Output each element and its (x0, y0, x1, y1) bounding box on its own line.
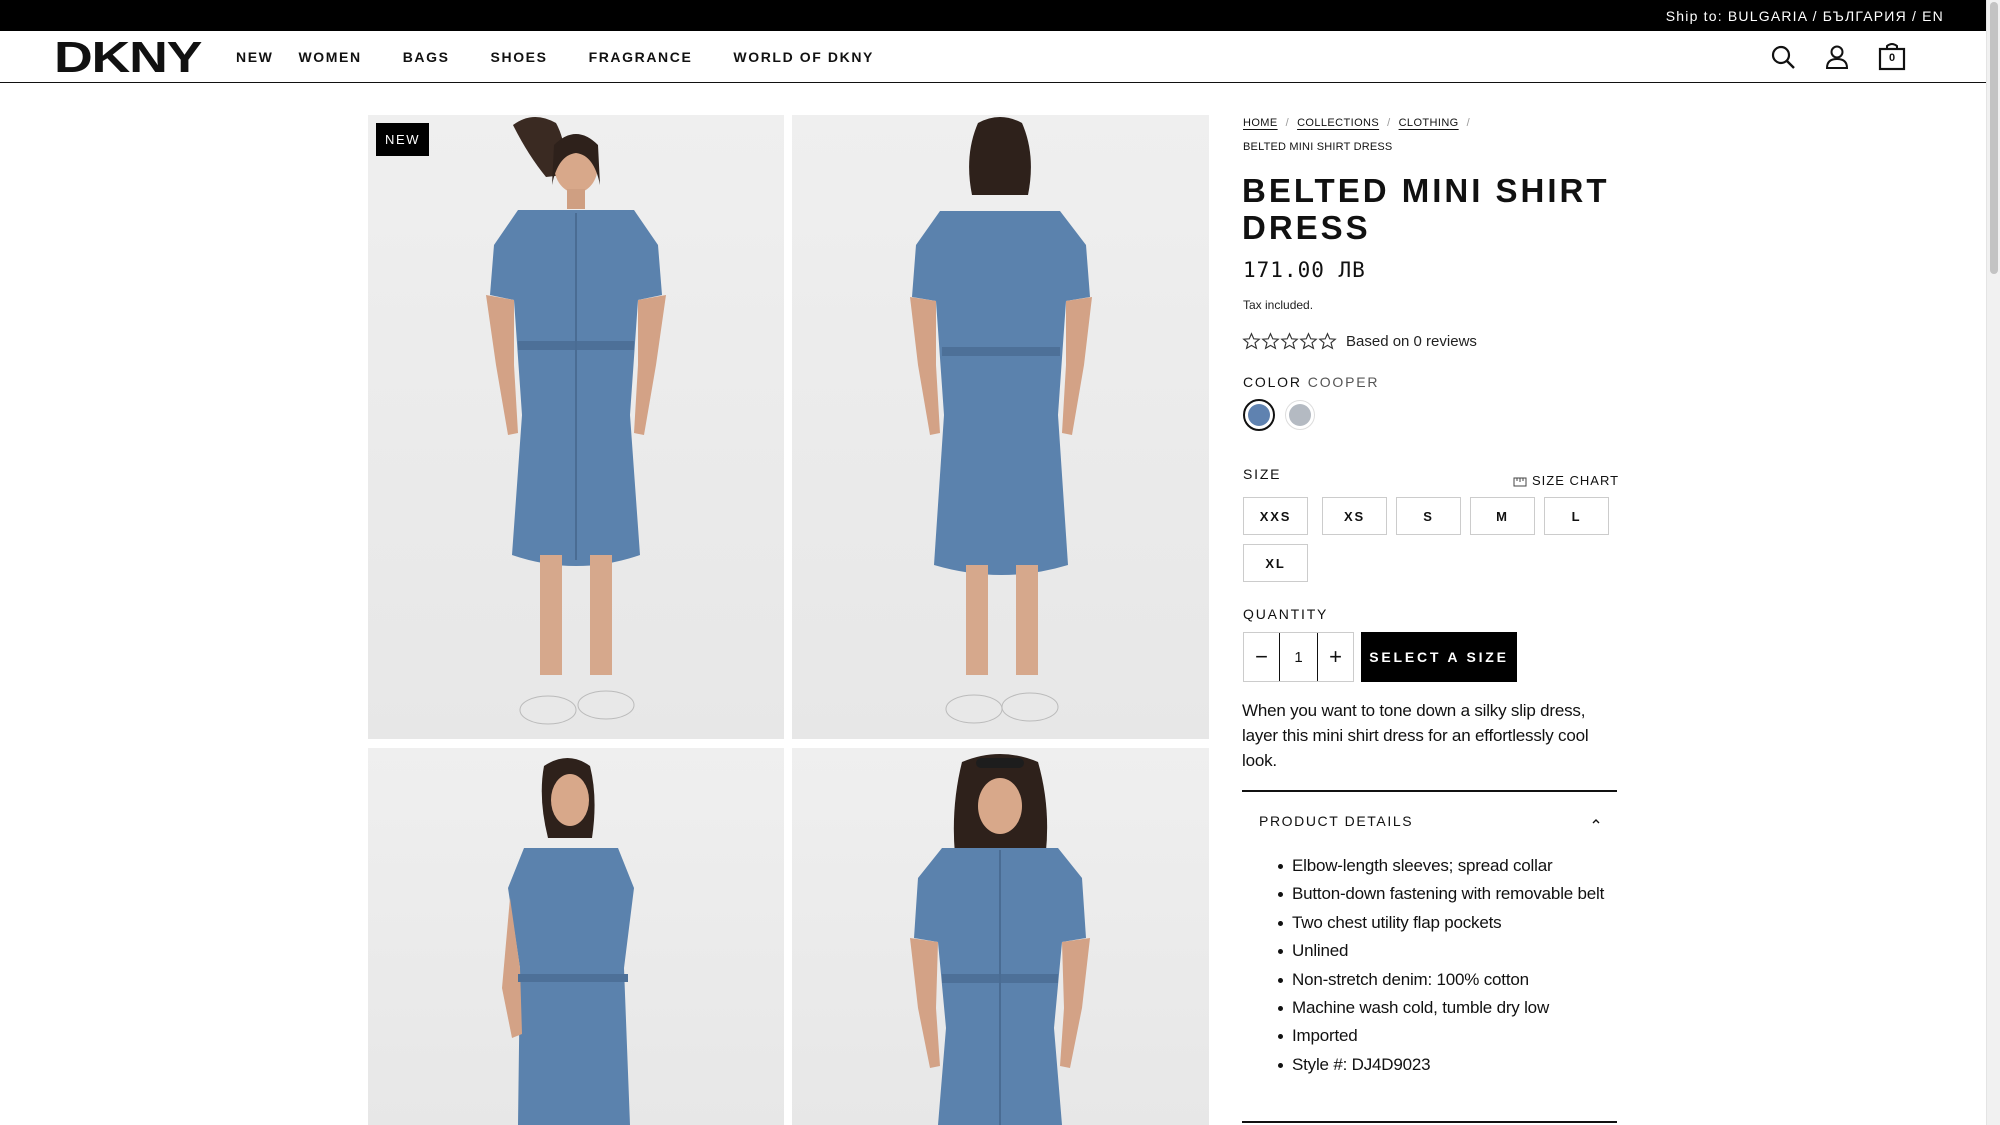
detail-item: Elbow-length sleeves; spread collar (1278, 852, 1612, 880)
size-chart-label: SIZE CHART (1532, 473, 1620, 488)
size-option-l[interactable]: L (1544, 497, 1609, 535)
color-value: COOPER (1307, 374, 1380, 390)
breadcrumb-separator: / (1387, 117, 1391, 129)
swatch-light-grey[interactable] (1285, 400, 1315, 430)
top-utility-bar: Ship to: BULGARIA / БЪЛГАРИЯ / EN (0, 0, 1986, 31)
detail-item: Imported (1278, 1022, 1612, 1050)
site-header: DKNY NEW WOMEN BAGS SHOES FRAGRANCE WORL… (0, 31, 1986, 83)
tax-note: Tax included. (1243, 298, 1314, 312)
select-a-size-button[interactable]: SELECT A SIZE (1361, 632, 1517, 682)
cart-button[interactable]: 0 (1876, 40, 1908, 72)
product-photo-front-sunglasses[interactable] (792, 748, 1209, 1125)
detail-item: Button-down fastening with removable bel… (1278, 880, 1612, 908)
nav-item-shoes[interactable]: SHOES (491, 49, 548, 65)
quantity-increase-button[interactable]: + (1318, 633, 1353, 681)
nav-item-fragrance[interactable]: FRAGRANCE (589, 49, 693, 65)
breadcrumb-clothing[interactable]: CLOTHING (1399, 117, 1459, 129)
cart-count: 0 (1888, 52, 1896, 64)
breadcrumb-current: BELTED MINI SHIRT DRESS (1243, 141, 1393, 153)
product-photo-side[interactable] (368, 748, 784, 1125)
size-option-s[interactable]: S (1396, 497, 1461, 535)
main-nav: NEW WOMEN BAGS SHOES FRAGRANCE WORLD OF … (236, 49, 915, 65)
size-option-xl[interactable]: XL (1243, 544, 1308, 582)
reviews-count[interactable]: Based on 0 reviews (1346, 333, 1477, 350)
rating-summary[interactable]: Based on 0 reviews (1242, 332, 1477, 351)
search-icon[interactable] (1768, 42, 1798, 72)
brand-logo[interactable]: DKNY (54, 36, 202, 80)
size-option-xs[interactable]: XS (1322, 497, 1387, 535)
nav-item-women[interactable]: WOMEN (298, 49, 361, 65)
swatch-cooper[interactable] (1243, 399, 1275, 431)
detail-item: Non-stretch denim: 100% cotton (1278, 966, 1612, 994)
product-price: 171.00 ЛВ (1243, 258, 1366, 282)
nav-item-bags[interactable]: BAGS (403, 49, 450, 65)
breadcrumb-collections[interactable]: COLLECTIONS (1297, 117, 1379, 129)
model-sunglasses-image (910, 754, 1090, 1125)
breadcrumb: HOME / COLLECTIONS / CLOTHING / (1243, 117, 1470, 129)
model-back-image (910, 117, 1092, 724)
quantity-decrease-button[interactable]: − (1244, 633, 1279, 681)
size-option-m[interactable]: M (1470, 497, 1535, 535)
divider (1242, 1121, 1617, 1123)
color-label: COLOR COOPER (1243, 374, 1379, 390)
detail-item: Unlined (1278, 937, 1612, 965)
nav-item-new[interactable]: NEW (236, 49, 273, 65)
model-side-image (502, 758, 634, 1125)
new-badge: NEW (376, 123, 430, 156)
size-label: SIZE (1243, 466, 1282, 482)
chevron-up-icon[interactable] (1590, 815, 1602, 827)
star-outline-icon (1280, 332, 1299, 350)
product-details-toggle[interactable]: PRODUCT DETAILS (1259, 813, 1413, 829)
scrollbar-thumb[interactable] (1990, 2, 1998, 274)
product-details-list: Elbow-length sleeves; spread collar Butt… (1278, 852, 1612, 1079)
ruler-icon (1513, 477, 1527, 486)
star-outline-icon (1261, 332, 1280, 350)
product-photo-front[interactable]: NEW (368, 115, 784, 739)
nav-item-world-of-dkny[interactable]: WORLD OF DKNY (733, 49, 874, 65)
detail-item: Machine wash cold, tumble dry low (1278, 994, 1612, 1022)
ship-to-selector[interactable]: Ship to: BULGARIA / БЪЛГАРИЯ / EN (1666, 8, 1944, 24)
detail-item: Style #: DJ4D9023 (1278, 1051, 1612, 1079)
breadcrumb-separator: / (1285, 117, 1290, 129)
product-description: When you want to tone down a silky slip … (1242, 701, 1589, 770)
model-front-image (486, 116, 666, 725)
quantity-label: QUANTITY (1243, 606, 1329, 622)
size-chart-link[interactable]: SIZE CHART (1513, 473, 1619, 488)
product-title: BELTED MINI SHIRT DRESS (1242, 172, 1610, 246)
page-scrollbar[interactable] (1986, 0, 2000, 1125)
breadcrumb-separator: / (1466, 117, 1471, 129)
quantity-stepper: − 1 + (1243, 632, 1354, 682)
breadcrumb-home[interactable]: HOME (1243, 117, 1278, 129)
quantity-input[interactable]: 1 (1279, 633, 1318, 681)
star-outline-icon (1242, 332, 1261, 350)
detail-item: Two chest utility flap pockets (1278, 909, 1612, 937)
product-photo-back[interactable] (792, 115, 1209, 739)
star-outline-icon (1299, 332, 1318, 350)
account-icon[interactable] (1822, 42, 1852, 72)
divider (1242, 790, 1617, 792)
star-outline-icon (1318, 332, 1337, 350)
size-option-xxs[interactable]: XXS (1243, 497, 1308, 535)
color-label-text: COLOR (1243, 374, 1302, 390)
